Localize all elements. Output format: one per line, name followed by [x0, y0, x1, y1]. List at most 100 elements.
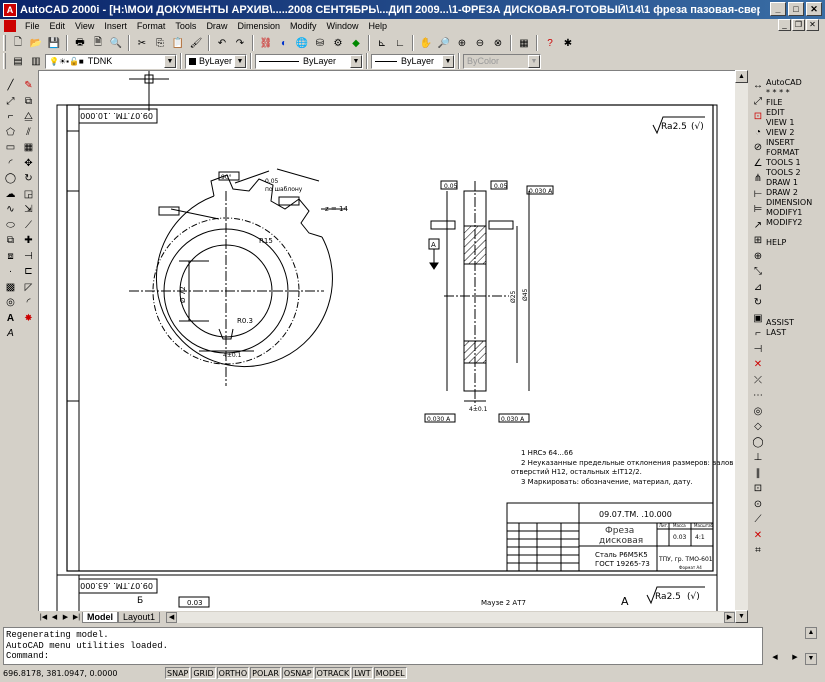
command-prompt[interactable]: Command: — [6, 651, 760, 662]
aligned-dim-icon[interactable]: ⤢ — [750, 94, 766, 110]
angular-dim-icon[interactable]: ∠ — [750, 156, 766, 172]
snap-parallel-icon[interactable]: ∥ — [750, 466, 766, 482]
scroll-track[interactable] — [735, 83, 748, 610]
scale-icon[interactable]: ◲ — [21, 187, 37, 203]
screen-menu-tools2[interactable]: TOOLS 2 — [766, 168, 824, 178]
today-icon[interactable]: ✱ — [559, 34, 577, 52]
line-icon[interactable]: ╱ — [3, 78, 19, 94]
snap-insert-icon[interactable]: ⊡ — [750, 481, 766, 497]
menu-modify[interactable]: Modify — [285, 21, 322, 31]
break-icon[interactable]: ⊏ — [21, 264, 37, 280]
snap-quadrant-icon[interactable]: ◇ — [750, 419, 766, 435]
lengthen-icon[interactable]: ⟋ — [21, 218, 37, 234]
menu-insert[interactable]: Insert — [99, 21, 132, 31]
minimize-button[interactable]: _ — [770, 2, 786, 16]
doc-minimize-button[interactable]: _ — [778, 19, 791, 31]
command-scroll-up[interactable]: ▲ — [805, 627, 817, 639]
quick-dim-icon[interactable]: ⋔ — [750, 171, 766, 187]
linear-dim-icon[interactable]: ↔ — [750, 78, 766, 94]
menu-help[interactable]: Help — [364, 21, 393, 31]
screen-menu-tools1[interactable]: TOOLS 1 — [766, 158, 824, 168]
save-icon[interactable]: 💾 — [45, 34, 63, 52]
zoom-realtime-icon[interactable]: 🔎 — [435, 34, 453, 52]
region-icon[interactable]: ◎ — [3, 295, 19, 311]
drawing-canvas[interactable]: 09.07.TM. .10.000 Ra2.5 (√) z = 14 R15 R… — [39, 71, 748, 612]
menu-tools[interactable]: Tools — [170, 21, 201, 31]
mtext-icon[interactable]: A — [3, 311, 19, 327]
find-icon[interactable]: 🔍 — [107, 34, 125, 52]
snap-perpendicular-icon[interactable]: ⊥ — [750, 450, 766, 466]
design-center-icon[interactable]: ⚙ — [329, 34, 347, 52]
new-file-icon[interactable]: 🗋 — [9, 34, 27, 52]
screen-menu-format[interactable]: FORMAT — [766, 148, 824, 158]
undo-icon[interactable]: ↶ — [213, 34, 231, 52]
screen-menu-draw1[interactable]: DRAW 1 — [766, 178, 824, 188]
model-toggle[interactable]: MODEL — [373, 667, 407, 679]
extend-icon[interactable]: ⊣ — [21, 249, 37, 265]
chamfer-icon[interactable]: ◸ — [21, 280, 37, 296]
ordinate-dim-icon[interactable]: ⊡ — [750, 109, 766, 125]
doc-restore-button[interactable]: ❐ — [792, 19, 805, 31]
move-icon[interactable]: ✥ — [21, 156, 37, 172]
trim-icon[interactable]: ✚ — [21, 233, 37, 249]
snap-intersection-icon[interactable]: ✕ — [750, 357, 766, 373]
point-icon[interactable]: · — [3, 264, 19, 280]
screen-menu-stars[interactable]: * * * * — [766, 88, 824, 98]
snap-none-icon[interactable]: ✕ — [750, 528, 766, 544]
osnap-settings-icon[interactable]: ⌗ — [750, 543, 766, 559]
open-file-icon[interactable]: 📂 — [27, 34, 45, 52]
screen-menu-insert[interactable]: INSERT — [766, 138, 824, 148]
revcloud-icon[interactable]: ☁ — [3, 187, 19, 203]
rotate-icon[interactable]: ↻ — [21, 171, 37, 187]
screen-menu-view2[interactable]: VIEW 2 — [766, 128, 824, 138]
doc-close-button[interactable]: ✕ — [806, 19, 819, 31]
document-icon[interactable] — [4, 20, 16, 32]
baseline-dim-icon[interactable]: ⊢ — [750, 187, 766, 203]
snap-tangent-icon[interactable]: ◯ — [750, 435, 766, 451]
arc-icon[interactable]: ◜ — [3, 156, 19, 172]
plotstyle-dropdown[interactable]: ByColor ▼ — [463, 53, 541, 69]
scroll-up-button[interactable]: ▲ — [735, 70, 748, 83]
menu-draw[interactable]: Draw — [201, 21, 232, 31]
redraw-icon[interactable]: ◐ — [275, 34, 293, 52]
polar-toggle[interactable]: POLAR — [250, 667, 281, 679]
print-icon[interactable]: 🖶 — [71, 34, 89, 52]
leader-icon[interactable]: ↗ — [750, 218, 766, 234]
menu-view[interactable]: View — [70, 21, 99, 31]
tab-first-icon[interactable]: |◀ — [38, 612, 49, 623]
continue-dim-icon[interactable]: ⊨ — [750, 202, 766, 218]
ucs-world-icon[interactable]: ∟ — [391, 34, 409, 52]
lineweight-dropdown[interactable]: ByLayer ▼ — [371, 53, 455, 69]
scroll-down-button[interactable]: ▼ — [735, 610, 748, 623]
otrack-toggle[interactable]: OTRACK — [314, 667, 352, 679]
cut-icon[interactable]: ✂ — [133, 34, 151, 52]
copy-icon[interactable]: ⎘ — [151, 34, 169, 52]
close-button[interactable]: ✕ — [806, 2, 822, 16]
erase-icon[interactable]: ✎ — [21, 78, 37, 94]
menu-dimension[interactable]: Dimension — [232, 21, 285, 31]
polygon-icon[interactable]: ⬠ — [3, 125, 19, 141]
lwt-toggle[interactable]: LWT — [352, 667, 373, 679]
scroll-right-button[interactable]: ▶ — [724, 611, 735, 623]
hyperlink-icon[interactable]: ⛓ — [257, 34, 275, 52]
help-icon[interactable]: ? — [541, 34, 559, 52]
dtext-icon[interactable]: A — [3, 326, 19, 342]
spline-icon[interactable]: ∿ — [3, 202, 19, 218]
make-layer-current-icon[interactable]: ▥ — [27, 52, 45, 70]
screen-menu-dimension[interactable]: DIMENSION — [766, 198, 824, 208]
snap-midpoint-icon[interactable]: ⊣ — [750, 342, 766, 358]
make-block-icon[interactable]: ⧈ — [3, 249, 19, 265]
command-scroll-right[interactable]: ▶ — [789, 653, 801, 665]
vertical-scrollbar[interactable]: ▲ ▼ — [735, 70, 748, 623]
offset-icon[interactable]: ⫽ — [21, 125, 37, 141]
dim-update-icon[interactable]: ↻ — [750, 295, 766, 311]
autocad-app-icon[interactable]: A — [3, 2, 17, 17]
center-mark-icon[interactable]: ⊕ — [750, 249, 766, 265]
ortho-toggle[interactable]: ORTHO — [216, 667, 250, 679]
menu-window[interactable]: Window — [322, 21, 364, 31]
dimtedit-icon[interactable]: ⊿ — [750, 280, 766, 296]
screen-menu-autocad[interactable]: AutoCAD — [766, 78, 824, 88]
zoom-extents-icon[interactable]: ⊗ — [489, 34, 507, 52]
tab-prev-icon[interactable]: ◀ — [49, 612, 60, 623]
dim-style-icon[interactable]: ▣ — [750, 311, 766, 327]
